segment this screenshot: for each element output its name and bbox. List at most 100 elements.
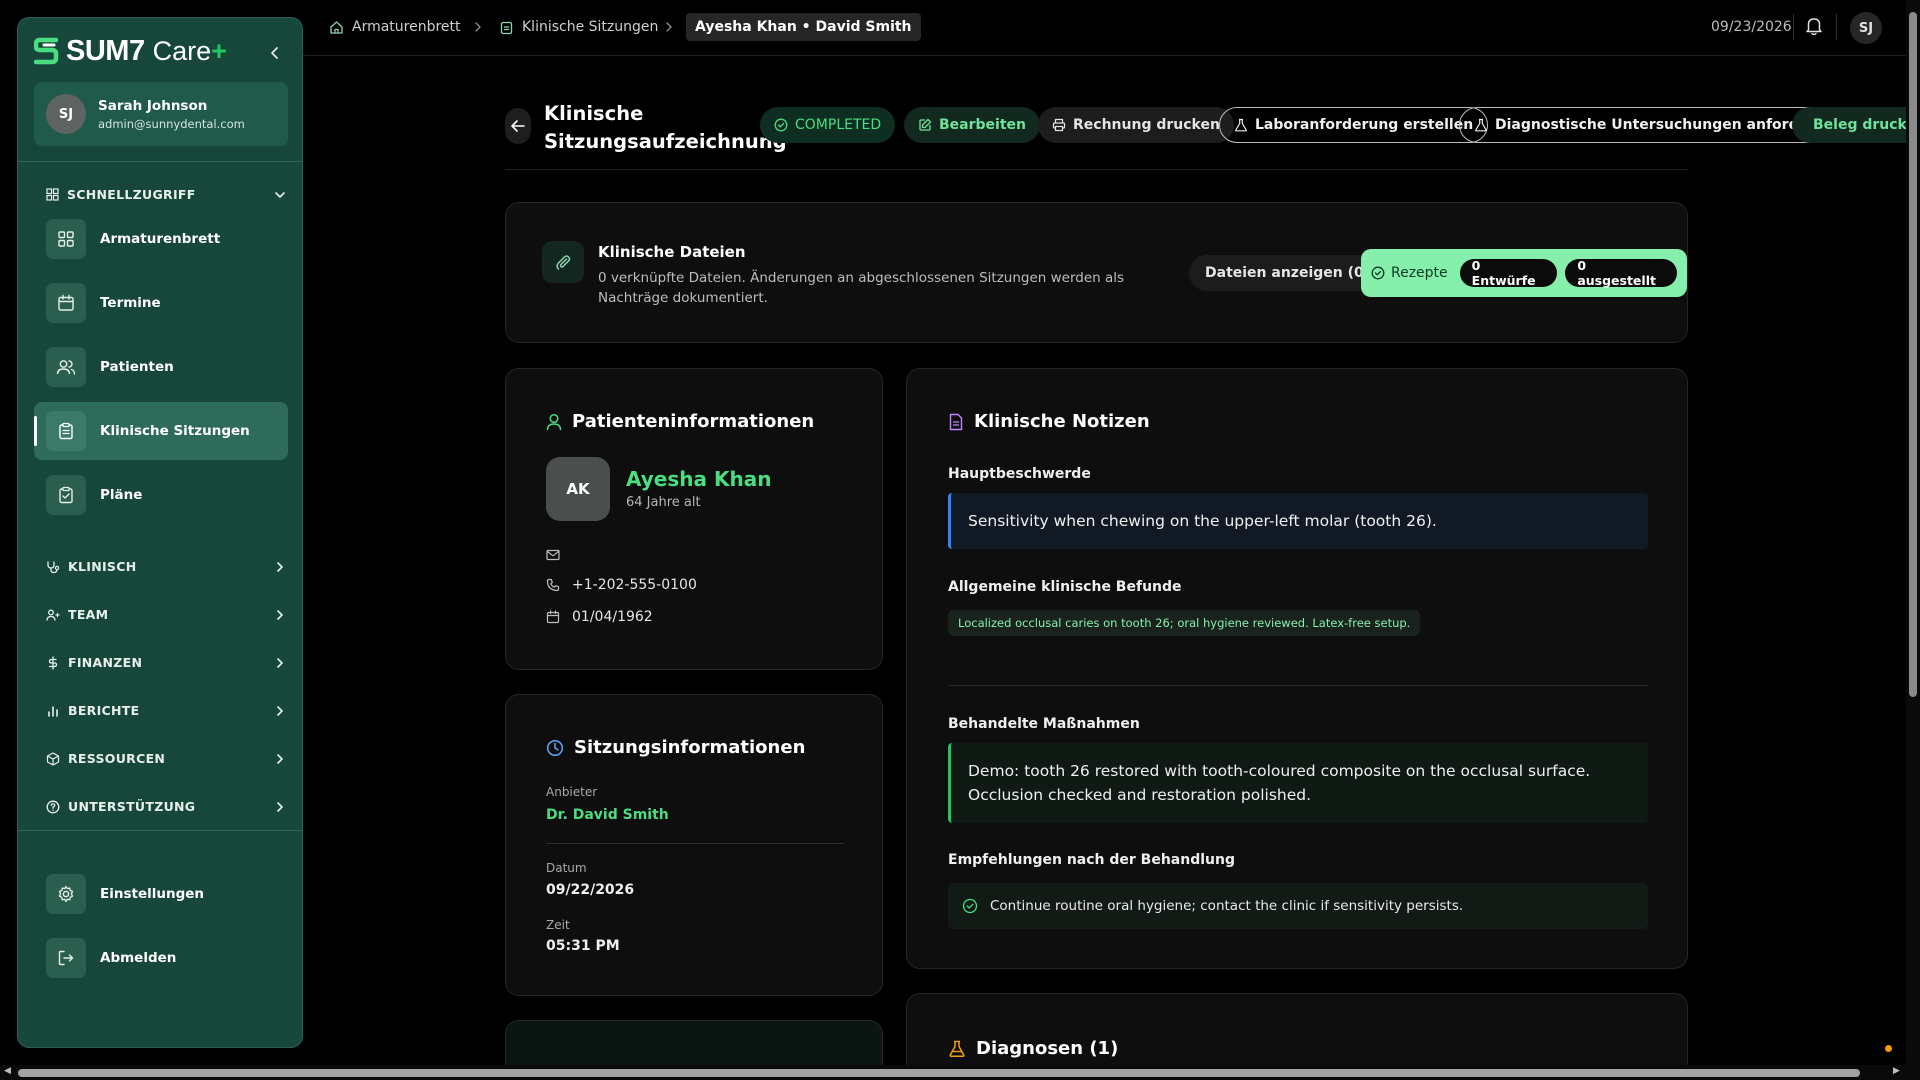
flask-icon <box>1475 118 1487 132</box>
chevron-right-icon <box>475 22 481 32</box>
status-badge: COMPLETED <box>760 107 896 143</box>
patient-name[interactable]: Ayesha Khan <box>626 467 771 491</box>
brand-product-name: Care <box>152 35 212 66</box>
user-avatar: SJ <box>46 94 86 134</box>
print-receipt-button[interactable]: Beleg drucke <box>1792 107 1906 143</box>
diagnostics-button[interactable]: Diagnostische Untersuchungen anfordern <box>1459 107 1840 143</box>
mail-icon <box>546 549 560 561</box>
page-title: Klinische Sitzungsaufzeichnung <box>544 102 787 153</box>
patient-info-card: Patienteninformationen AK Ayesha Khan 64… <box>505 368 883 670</box>
breadcrumb-label: Klinische Sitzungen <box>522 19 659 35</box>
sidebar-item-dashboard[interactable]: Armaturenbrett <box>34 210 288 268</box>
sidebar-section-finance[interactable]: FINANZEN <box>46 655 286 670</box>
collapse-sidebar-button[interactable] <box>262 40 288 66</box>
clinical-notes-title: Klinische Notizen <box>974 411 1150 432</box>
notes-divider <box>948 685 1648 686</box>
provider-name[interactable]: Dr. David Smith <box>546 807 669 823</box>
clipboard-check-icon <box>46 475 86 515</box>
recommendation-item: Continue routine oral hygiene; contact t… <box>948 883 1648 929</box>
sidebar-section-label: FINANZEN <box>68 655 143 670</box>
flask-icon <box>949 1040 965 1057</box>
chevron-left-icon <box>271 47 278 59</box>
chevron-right-icon <box>666 22 672 32</box>
files-description: 0 verknüpfte Dateien. Änderungen an abge… <box>598 270 1125 306</box>
time-label: Zeit <box>546 918 570 932</box>
print-invoice-label: Rechnung drucken <box>1073 117 1220 133</box>
clock-icon <box>546 739 564 756</box>
prescriptions-group[interactable]: Rezepte 0 Entwürfe 0 ausgestellt <box>1361 249 1687 297</box>
chief-complaint-text: Sensitivity when chewing on the upper-le… <box>968 512 1437 530</box>
sidebar-section-reports[interactable]: BERICHTE <box>46 703 286 718</box>
diagnoses-header: Diagnosen (1) <box>948 1038 1118 1059</box>
drafts-badge[interactable]: 0 Entwürfe <box>1459 258 1558 288</box>
sidebar-section-label: BERICHTE <box>68 703 140 718</box>
bell-icon <box>1806 18 1822 36</box>
breadcrumb-clinical-sessions[interactable]: Klinische Sitzungen <box>499 13 658 41</box>
lab-request-button[interactable]: Laboranforderung erstellen <box>1219 107 1489 143</box>
sidebar-section-label: UNTERSTÜTZUNG <box>68 799 196 814</box>
print-receipt-label: Beleg drucke <box>1813 117 1906 133</box>
patient-email-row <box>546 549 560 561</box>
sidebar-section-clinical[interactable]: KLINISCH <box>46 559 286 574</box>
vertical-scroll-thumb[interactable] <box>1909 12 1917 697</box>
edit-button[interactable]: Bearbeiten <box>904 107 1040 143</box>
top-divider <box>1793 14 1794 40</box>
brand-name: SUM7 <box>66 34 145 67</box>
flask-icon <box>1235 118 1247 132</box>
quick-access-toggle[interactable]: SCHNELLZUGRIFF <box>46 187 286 202</box>
sidebar-item-appointments[interactable]: Termine <box>34 274 288 332</box>
show-files-button[interactable]: Dateien anzeigen (0) <box>1189 255 1387 291</box>
session-divider <box>546 843 844 844</box>
user-menu-avatar[interactable]: SJ <box>1850 12 1882 44</box>
sidebar-section-resources[interactable]: RESSOURCEN <box>46 751 286 766</box>
chevron-right-icon <box>277 657 284 668</box>
horizontal-scroll-thumb[interactable] <box>18 1069 1860 1077</box>
edit-label: Bearbeiten <box>939 117 1026 133</box>
help-icon <box>46 800 60 813</box>
team-icon <box>46 609 60 621</box>
scroll-left-arrow[interactable]: ◀ <box>4 1066 11 1076</box>
scroll-right-arrow[interactable]: ▶ <box>1893 1066 1900 1076</box>
brand-logo[interactable]: SUM7 Care+ <box>34 30 227 72</box>
brand-plus: + <box>211 35 227 66</box>
print-invoice-button[interactable]: Rechnung drucken <box>1038 107 1234 143</box>
status-label: COMPLETED <box>795 117 882 133</box>
chevron-down-icon <box>275 191 285 198</box>
back-button[interactable] <box>505 108 531 144</box>
sidebar-item-logout[interactable]: Abmelden <box>34 929 288 987</box>
notifications-button[interactable] <box>1805 16 1823 36</box>
sidebar-section-team[interactable]: TEAM <box>46 607 286 622</box>
breadcrumb-dashboard[interactable]: Armaturenbrett <box>329 13 461 41</box>
issued-badge[interactable]: 0 ausgestellt <box>1565 258 1677 288</box>
check-circle-icon <box>774 118 788 132</box>
diagnostics-label: Diagnostische Untersuchungen anfordern <box>1495 117 1825 133</box>
user-card[interactable]: SJ Sarah Johnson admin@sunnydental.com <box>34 82 288 146</box>
clipboard-small-icon <box>500 21 513 34</box>
sidebar-item-clinical-sessions[interactable]: Klinische Sitzungen <box>34 402 288 460</box>
treatment-text: Demo: tooth 26 restored with tooth-colou… <box>968 762 1591 804</box>
paperclip-icon <box>542 241 584 283</box>
calendar-icon <box>546 610 560 624</box>
sidebar-divider <box>18 161 302 162</box>
check-circle-icon <box>1371 266 1385 280</box>
breadcrumb-label: Armaturenbrett <box>352 19 461 35</box>
sidebar-item-plans[interactable]: Pläne <box>34 466 288 524</box>
horizontal-scrollbar[interactable]: ◀ ▶ <box>0 1065 1920 1080</box>
dollar-icon <box>48 655 58 670</box>
sidebar-section-support[interactable]: UNTERSTÜTZUNG <box>46 799 286 814</box>
vertical-scrollbar[interactable] <box>1906 0 1920 1065</box>
sidebar-section-label: RESSOURCEN <box>68 751 166 766</box>
chevron-right-icon <box>277 561 284 572</box>
grid-small-icon <box>46 188 59 201</box>
phone-icon <box>546 578 560 592</box>
user-icon <box>546 413 562 430</box>
user-name: Sarah Johnson <box>98 97 208 114</box>
treatment-performed: Demo: tooth 26 restored with tooth-colou… <box>948 743 1648 823</box>
clinical-notes-card: Klinische Notizen Hauptbeschwerde Sensit… <box>906 368 1688 969</box>
package-icon <box>46 751 60 766</box>
sidebar-item-settings[interactable]: Einstellungen <box>34 865 288 923</box>
sidebar-item-patients[interactable]: Patienten <box>34 338 288 396</box>
chief-complaint: Sensitivity when chewing on the upper-le… <box>948 493 1648 549</box>
quick-access-label: SCHNELLZUGRIFF <box>67 187 196 202</box>
current-date: 09/23/2026 <box>1711 19 1792 35</box>
